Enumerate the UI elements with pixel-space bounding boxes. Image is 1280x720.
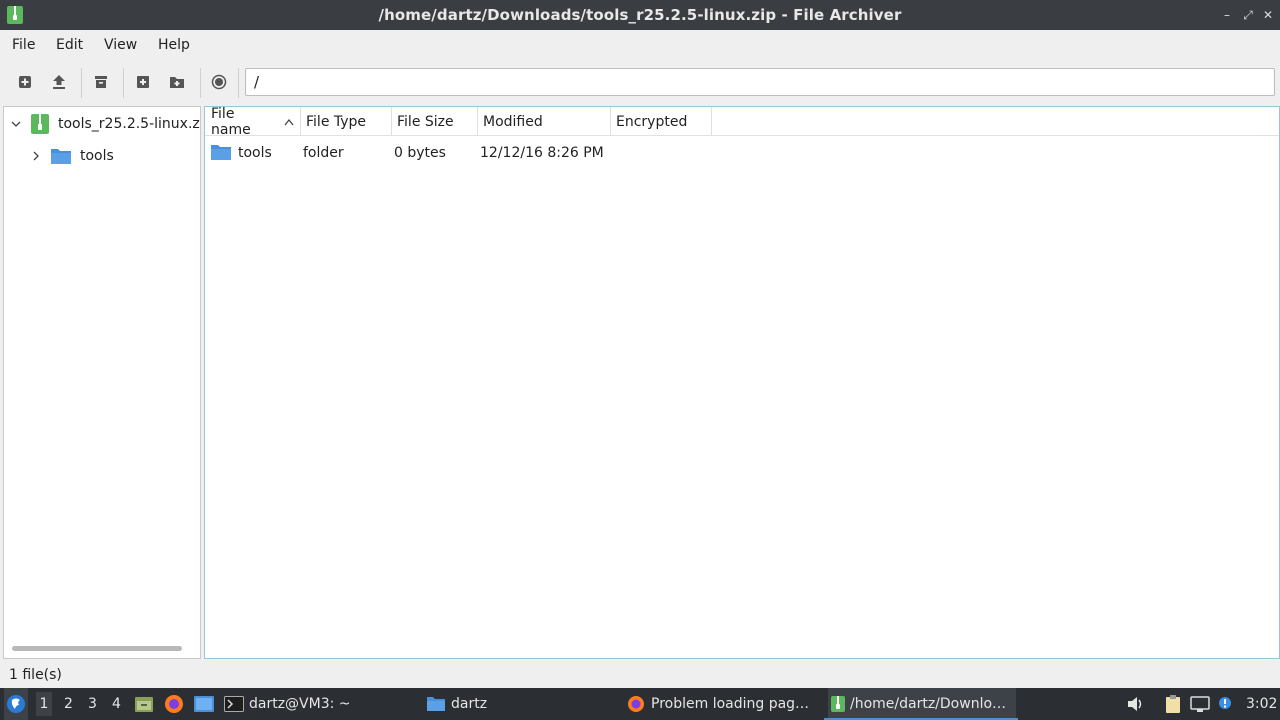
volume-icon[interactable]	[1127, 688, 1145, 720]
folder-icon	[210, 143, 232, 161]
status-bar: 1 file(s)	[0, 662, 1280, 688]
workspace-4[interactable]: 4	[112, 696, 121, 712]
start-menu-icon[interactable]	[4, 688, 28, 720]
chevron-down-icon[interactable]	[8, 116, 24, 132]
cell-size: 0 bytes	[394, 145, 446, 161]
notification-icon[interactable]	[1218, 688, 1232, 720]
menu-view[interactable]: View	[104, 37, 137, 53]
taskbar: 1 2 3 4 dartz@VM3: ~ dartz Problem loadi…	[0, 688, 1280, 720]
menu-file[interactable]: File	[12, 37, 35, 53]
archive-icon	[830, 695, 846, 713]
tree-item-label: tools	[80, 148, 114, 164]
minimize-button[interactable]: –	[1219, 7, 1235, 23]
tree-item-archive[interactable]: tools_r25.2.5-linux.zip	[8, 110, 201, 138]
stop-icon[interactable]	[208, 71, 230, 93]
terminal-icon	[224, 696, 244, 712]
folder-icon	[50, 147, 72, 165]
clock[interactable]: 3:02	[1246, 688, 1277, 720]
menu-help[interactable]: Help	[158, 37, 190, 53]
cell-modified: 12/12/16 8:26 PM	[480, 145, 604, 161]
column-header-modified[interactable]: Modified	[477, 107, 611, 136]
close-button[interactable]: ✕	[1260, 7, 1276, 23]
toolbar: /	[0, 62, 1280, 102]
task-terminal[interactable]: dartz@VM3: ~	[224, 688, 351, 720]
list-header: File name File Type File Size Modified E…	[205, 106, 1279, 138]
column-header-type[interactable]: File Type	[300, 107, 392, 136]
tree-item-tools[interactable]: tools	[28, 142, 114, 170]
firefox-icon	[627, 695, 645, 713]
menu-bar: File Edit View Help	[0, 30, 1280, 60]
status-text: 1 file(s)	[9, 667, 62, 683]
task-file-manager[interactable]: dartz	[426, 688, 487, 720]
menu-edit[interactable]: Edit	[56, 37, 83, 53]
cell-name: tools	[238, 145, 272, 161]
chevron-right-icon[interactable]	[28, 148, 44, 164]
column-header-name[interactable]: File name	[205, 106, 301, 138]
workspace-1[interactable]: 1	[36, 692, 52, 716]
column-header-size[interactable]: File Size	[391, 107, 478, 136]
archive-icon	[30, 113, 50, 135]
add-folder-icon[interactable]	[166, 71, 188, 93]
workspace-3[interactable]: 3	[88, 696, 97, 712]
sort-ascending-icon	[284, 114, 294, 130]
maximize-button[interactable]: ⤢	[1240, 7, 1256, 23]
column-header-encrypted[interactable]: Encrypted	[610, 107, 712, 136]
new-archive-icon[interactable]	[14, 71, 36, 93]
folder-tree: tools_r25.2.5-linux.zip tools	[3, 106, 201, 659]
folder-icon	[426, 696, 446, 712]
add-file-icon[interactable]	[132, 71, 154, 93]
tree-item-label: tools_r25.2.5-linux.zip	[58, 116, 201, 132]
window-title: /home/dartz/Downloads/tools_r25.2.5-linu…	[378, 6, 902, 24]
firefox-launcher-icon[interactable]	[164, 688, 184, 720]
task-file-archiver[interactable]: /home/dartz/Downlo…	[828, 688, 1017, 720]
title-bar: /home/dartz/Downloads/tools_r25.2.5-linu…	[0, 0, 1280, 30]
table-row[interactable]: tools folder 0 bytes 12/12/16 8:26 PM	[205, 139, 1279, 167]
show-desktop-icon[interactable]	[193, 688, 215, 720]
horizontal-scrollbar[interactable]	[12, 646, 182, 651]
clipboard-icon[interactable]	[1164, 688, 1182, 720]
task-firefox[interactable]: Problem loading pag…	[627, 688, 809, 720]
extract-icon[interactable]	[48, 71, 70, 93]
network-icon[interactable]	[1190, 688, 1210, 720]
file-manager-launcher-icon[interactable]	[134, 688, 154, 720]
workspace-2[interactable]: 2	[64, 696, 73, 712]
open-archive-icon[interactable]	[90, 71, 112, 93]
cell-type: folder	[303, 145, 344, 161]
file-list: File name File Type File Size Modified E…	[204, 106, 1280, 659]
location-field[interactable]: /	[245, 68, 1275, 96]
